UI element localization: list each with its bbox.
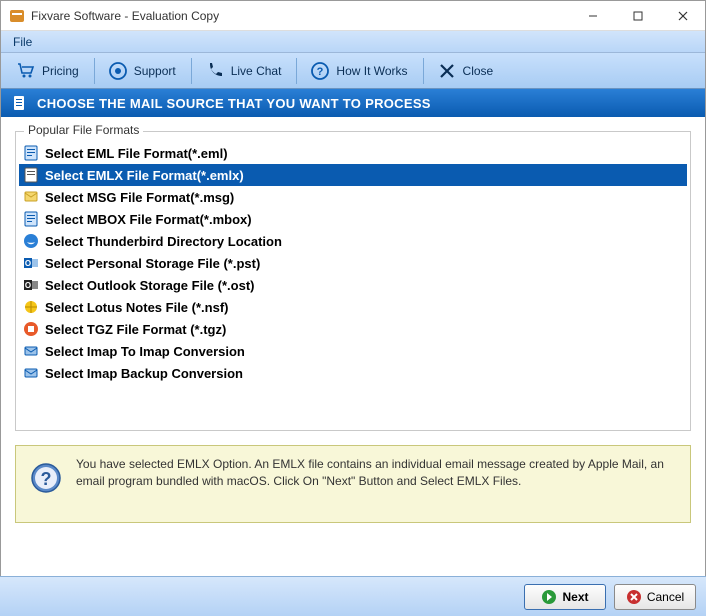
app-icon — [9, 8, 25, 24]
cancel-button[interactable]: Cancel — [614, 584, 696, 610]
close-window-button[interactable] — [660, 1, 705, 31]
format-item-label: Select TGZ File Format (*.tgz) — [45, 322, 226, 337]
live-chat-button[interactable]: Live Chat — [194, 56, 293, 86]
toolbar: Pricing Support Live Chat ? How It Works… — [1, 53, 705, 89]
thunderbird-icon — [23, 233, 39, 249]
svg-text:?: ? — [317, 66, 324, 78]
cancel-icon — [626, 589, 642, 605]
next-button[interactable]: Next — [524, 584, 606, 610]
imap-icon — [23, 365, 39, 381]
format-item-label: Select Imap Backup Conversion — [45, 366, 243, 381]
window-controls — [570, 1, 705, 31]
file-blue-icon — [23, 211, 39, 227]
imap-icon — [23, 343, 39, 359]
svg-text:O: O — [25, 281, 31, 290]
lotus-icon — [23, 299, 39, 315]
format-item-label: Select Personal Storage File (*.pst) — [45, 256, 260, 271]
toolbar-separator — [94, 58, 95, 84]
tgz-icon — [23, 321, 39, 337]
next-icon — [541, 589, 557, 605]
toolbar-separator — [191, 58, 192, 84]
close-icon — [437, 61, 457, 81]
question-icon: ? — [310, 61, 330, 81]
maximize-button[interactable] — [615, 1, 660, 31]
content-area: Popular File Formats Select EML File For… — [1, 117, 705, 435]
next-label: Next — [562, 590, 588, 604]
footer-bar: Next Cancel — [0, 576, 706, 616]
info-panel: ? You have selected EMLX Option. An EMLX… — [15, 445, 691, 523]
format-item-label: Select EML File Format(*.eml) — [45, 146, 228, 161]
format-item[interactable]: Select TGZ File Format (*.tgz) — [19, 318, 687, 340]
live-chat-label: Live Chat — [231, 64, 282, 78]
pricing-button[interactable]: Pricing — [5, 56, 90, 86]
format-item[interactable]: O Select Outlook Storage File (*.ost) — [19, 274, 687, 296]
minimize-button[interactable] — [570, 1, 615, 31]
format-item[interactable]: Select MBOX File Format(*.mbox) — [19, 208, 687, 230]
outlook-icon: O — [23, 255, 39, 271]
phone-icon — [205, 61, 225, 81]
how-it-works-button[interactable]: ? How It Works — [299, 56, 418, 86]
window-title: Fixvare Software - Evaluation Copy — [31, 9, 570, 23]
menu-bar: File — [1, 31, 705, 53]
groupbox-legend: Popular File Formats — [24, 123, 143, 137]
format-item[interactable]: Select MSG File Format(*.msg) — [19, 186, 687, 208]
file-yellow-icon — [23, 189, 39, 205]
support-icon — [108, 61, 128, 81]
pricing-label: Pricing — [42, 64, 79, 78]
format-item-label: Select Thunderbird Directory Location — [45, 234, 282, 249]
section-header: CHOOSE THE MAIL SOURCE THAT YOU WANT TO … — [1, 89, 705, 117]
format-item[interactable]: Select EML File Format(*.eml) — [19, 142, 687, 164]
format-item-label: Select MBOX File Format(*.mbox) — [45, 212, 252, 227]
format-item-label: Select MSG File Format(*.msg) — [45, 190, 234, 205]
title-bar: Fixvare Software - Evaluation Copy — [1, 1, 705, 31]
toolbar-close-button[interactable]: Close — [426, 56, 505, 86]
format-item[interactable]: Select Imap Backup Conversion — [19, 362, 687, 384]
close-label: Close — [463, 64, 494, 78]
help-icon: ? — [30, 462, 62, 494]
formats-groupbox: Popular File Formats Select EML File For… — [15, 131, 691, 431]
format-item[interactable]: Select Imap To Imap Conversion — [19, 340, 687, 362]
cancel-label: Cancel — [647, 590, 684, 604]
toolbar-separator — [423, 58, 424, 84]
format-item[interactable]: Select Lotus Notes File (*.nsf) — [19, 296, 687, 318]
support-button[interactable]: Support — [97, 56, 187, 86]
format-item[interactable]: Select Thunderbird Directory Location — [19, 230, 687, 252]
menu-file[interactable]: File — [7, 33, 38, 51]
format-item-label: Select Imap To Imap Conversion — [45, 344, 245, 359]
svg-text:?: ? — [41, 469, 52, 489]
svg-text:O: O — [25, 259, 31, 268]
file-blue-icon — [23, 145, 39, 161]
format-item-label: Select Lotus Notes File (*.nsf) — [45, 300, 228, 315]
format-item[interactable]: O Select Personal Storage File (*.pst) — [19, 252, 687, 274]
format-item-label: Select Outlook Storage File (*.ost) — [45, 278, 254, 293]
formats-list: Select EML File Format(*.eml) Select EMLX… — [19, 142, 687, 384]
support-label: Support — [134, 64, 176, 78]
document-icon — [11, 95, 27, 111]
file-white-icon — [23, 167, 39, 183]
outlook-dark-icon: O — [23, 277, 39, 293]
toolbar-separator — [296, 58, 297, 84]
info-text: You have selected EMLX Option. An EMLX f… — [76, 456, 676, 491]
format-item-label: Select EMLX File Format(*.emlx) — [45, 168, 244, 183]
section-header-text: CHOOSE THE MAIL SOURCE THAT YOU WANT TO … — [37, 96, 431, 111]
format-item[interactable]: Select EMLX File Format(*.emlx) — [19, 164, 687, 186]
how-it-works-label: How It Works — [336, 64, 407, 78]
cart-icon — [16, 61, 36, 81]
